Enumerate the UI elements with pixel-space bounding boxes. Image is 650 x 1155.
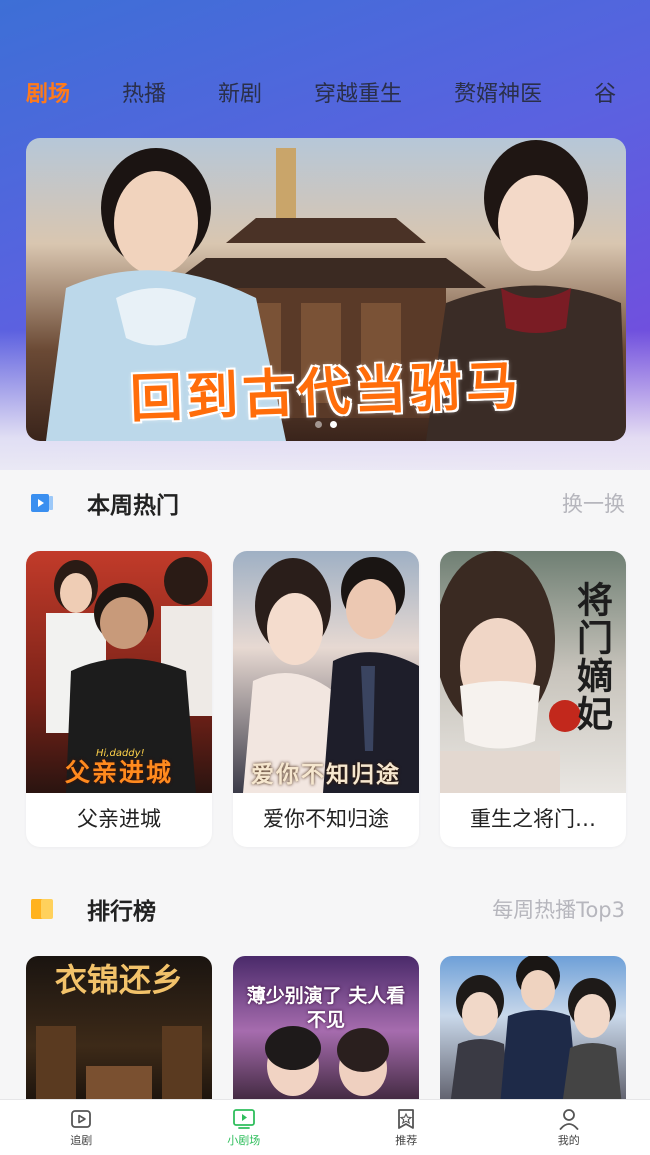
nav-label: 小剧场 [227,1133,261,1147]
nav-label: 我的 [557,1133,580,1147]
tab-time-travel[interactable]: 穿越重生 [288,76,428,108]
star-badge-icon [398,1108,415,1129]
banner-pagination [26,421,626,428]
nav-item-theater[interactable]: 小剧场 [163,1100,326,1155]
book-icon [31,899,53,919]
weekly-hot-header: 本周热门 换一换 [30,483,625,523]
tab-son-in-law[interactable]: 赘婿神医 [428,76,568,108]
banner-dot[interactable] [315,421,322,428]
ranking-card[interactable]: 衣锦还乡 [26,956,212,1106]
poster-title: 薄少别演了 夫人看不见 [246,985,406,1031]
poster-image: 将门嫡妃 [440,551,626,793]
section-title: 本周热门 [87,493,179,519]
poster-artwork [450,956,622,1106]
section-title: 排行榜 [87,899,156,925]
poster-title: 衣锦还乡 [54,961,183,999]
card-label: 爱你不知归途 [263,807,389,831]
tab-hot[interactable]: 热播 [96,76,192,108]
poster-image: Hi,daddy! 父亲进城 [26,551,212,793]
ranking-card[interactable]: 薄少别演了 夫人看不见 [233,956,419,1106]
bottom-navigation: 追剧 小剧场 推荐 我的 [0,1099,650,1155]
video-icon [31,494,53,512]
category-tabs: 剧场 热播 新剧 穿越重生 赘婿神医 谷 [0,68,650,116]
play-box-icon [71,1109,92,1128]
poster-title: 将门嫡妃 [571,581,613,733]
ranking-header: 排行榜 每周热播Top3 [30,889,625,929]
tv-icon [232,1108,255,1129]
nav-item-follow[interactable]: 追剧 [0,1100,163,1155]
card-label: 父亲进城 [77,807,161,831]
nav-label: 追剧 [70,1133,93,1147]
drama-card[interactable]: 爱你不知归途 爱你不知归途 [233,551,419,847]
tab-theater[interactable]: 剧场 [0,76,96,108]
nav-item-profile[interactable]: 我的 [488,1100,650,1155]
ranking-list: 衣锦还乡 薄少别演了 夫人看不见 [26,956,626,1106]
card-label: 重生之将门… [470,807,596,831]
tab-new[interactable]: 新剧 [192,76,288,108]
refresh-link[interactable]: 换一换 [562,488,625,518]
ranking-card[interactable] [440,956,626,1106]
weekly-hot-list: Hi,daddy! 父亲进城 父亲进城 爱你不知归途 爱你不知归途 将门嫡妃 重… [26,551,626,847]
user-icon [559,1108,579,1130]
poster-title: 爱你不知归途 [251,761,401,788]
poster-title: 父亲进城 [64,758,173,787]
drama-card[interactable]: Hi,daddy! 父亲进城 父亲进城 [26,551,212,847]
ranking-subtitle-link[interactable]: 每周热播Top3 [492,894,625,924]
poster-image: 爱你不知归途 [233,551,419,793]
hero-banner[interactable]: 回到古代当驸马 [26,138,626,441]
banner-dot-active[interactable] [330,421,337,428]
nav-label: 推荐 [395,1133,418,1147]
drama-card[interactable]: 将门嫡妃 重生之将门… [440,551,626,847]
tab-more-cut[interactable]: 谷 [568,76,642,108]
nav-item-recommend[interactable]: 推荐 [325,1100,488,1155]
